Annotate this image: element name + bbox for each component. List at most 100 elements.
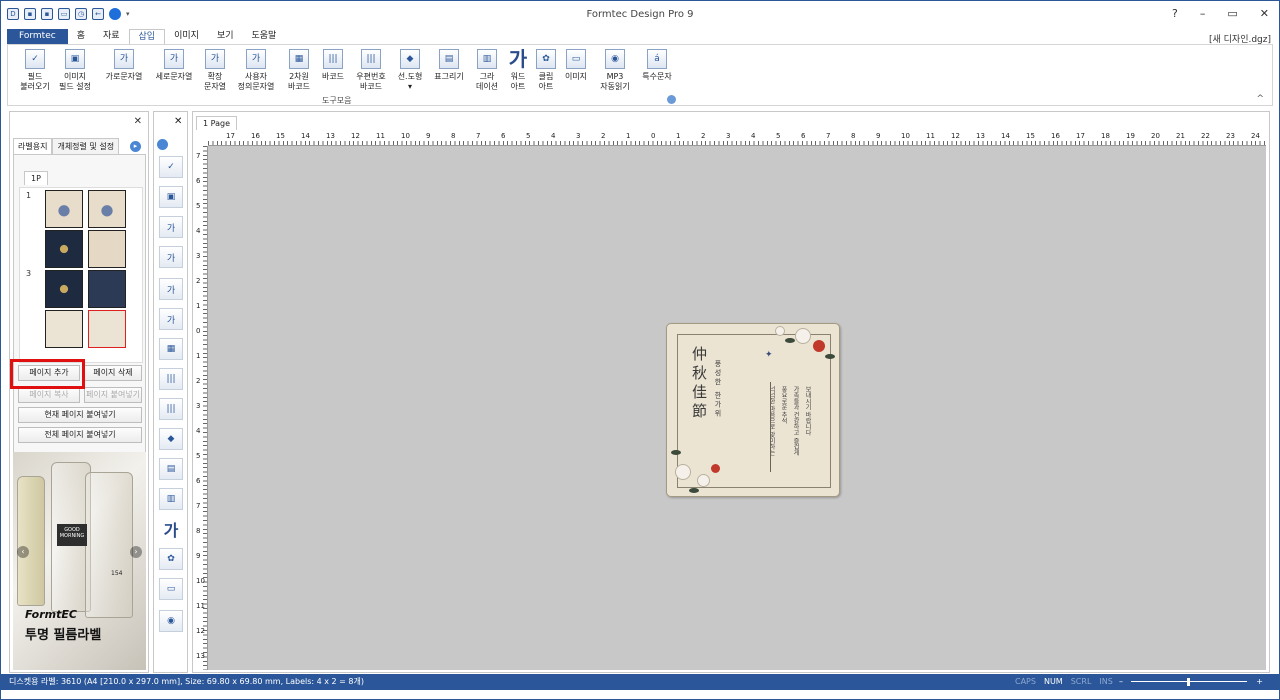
page-tab-1p[interactable]: 1P bbox=[24, 171, 48, 185]
label-thumbnail[interactable] bbox=[45, 190, 83, 228]
ruler-number: 5 bbox=[526, 132, 531, 140]
ruler-number: 13 bbox=[196, 652, 205, 660]
mp3-autoread-button[interactable]: ◉ MP3 자동읽기 bbox=[596, 49, 634, 92]
horizontal-text-tool[interactable]: 가 bbox=[159, 216, 183, 238]
label-design[interactable]: 仲秋佳節 풍성한 한가위 보내시기 바랍니다 가족들과 건강하고 즐겁게 풍요로… bbox=[666, 323, 840, 497]
tab-home[interactable]: 홈 bbox=[68, 29, 94, 44]
image-field-button[interactable]: ▣ 이미지 필드 설정 bbox=[56, 49, 94, 92]
label-thumbnail[interactable] bbox=[45, 270, 83, 308]
label-thumbnail[interactable] bbox=[88, 190, 126, 228]
paste-current-page-button[interactable]: 현재 페이지 붙여넣기 bbox=[18, 407, 142, 423]
extended-text-button[interactable]: 가 확장 문자열 bbox=[202, 49, 228, 92]
postal-barcode-tool[interactable]: ||| bbox=[159, 398, 183, 420]
close-icon[interactable]: ✕ bbox=[134, 116, 142, 127]
barcode-tool[interactable]: ||| bbox=[159, 368, 183, 390]
barcode-button[interactable]: ||| 바코드 bbox=[318, 49, 348, 82]
shapes-button[interactable]: ◆ 선.도형 ▾ bbox=[394, 49, 426, 92]
tab-image[interactable]: 이미지 bbox=[165, 29, 208, 44]
ruler-number: 1 bbox=[196, 302, 201, 310]
zoom-in-button[interactable]: + bbox=[1256, 674, 1263, 690]
clip-art-button[interactable]: ✿ 클립 아트 bbox=[534, 49, 558, 92]
tab-view[interactable]: 보기 bbox=[208, 29, 243, 44]
close-button[interactable]: ✕ bbox=[1260, 7, 1269, 20]
divider bbox=[770, 382, 771, 472]
close-icon[interactable]: ✕ bbox=[174, 116, 182, 127]
ruler-number: 20 bbox=[1151, 132, 1160, 140]
draw-table-button[interactable]: ▤ 표그리기 bbox=[430, 49, 468, 82]
flower-icon bbox=[775, 326, 785, 336]
vertical-text-tool[interactable]: 가 bbox=[159, 246, 183, 268]
dropdown-chevron-icon: ▾ bbox=[407, 82, 412, 91]
zoom-slider[interactable]: – + bbox=[1119, 674, 1269, 690]
disc-tool[interactable]: ◉ bbox=[159, 610, 183, 632]
custom-text-button[interactable]: 가 사용자 정의문자열 bbox=[234, 49, 278, 92]
paste-page-button[interactable]: 페이지 붙여넣기 bbox=[84, 387, 142, 403]
qr-code-icon: ▦ bbox=[289, 49, 309, 69]
group-expand-icon[interactable] bbox=[667, 95, 676, 104]
table-tool[interactable]: ▤ bbox=[159, 458, 183, 480]
horizontal-text-button[interactable]: 가 가로문자열 bbox=[100, 49, 148, 82]
label-thumbnail[interactable] bbox=[88, 230, 126, 268]
play-arrow-icon[interactable]: ▸ bbox=[130, 141, 141, 152]
button-label: 데이션 bbox=[475, 82, 499, 91]
zoom-out-button[interactable]: – bbox=[1119, 674, 1123, 690]
delete-page-button[interactable]: 페이지 삭제 bbox=[84, 365, 142, 381]
zoom-thumb[interactable] bbox=[1187, 678, 1190, 686]
carousel-prev-icon[interactable]: ‹ bbox=[17, 546, 29, 558]
advertisement-banner[interactable]: GOOD MORNING 154 ‹ › FormtEC 투명 필름라벨 bbox=[13, 452, 146, 670]
carousel-next-icon[interactable]: › bbox=[130, 546, 142, 558]
ruler-number: 3 bbox=[576, 132, 581, 140]
qr-code-tool[interactable]: ▦ bbox=[159, 338, 183, 360]
ruler-number: 3 bbox=[726, 132, 731, 140]
vertical-text-icon: 가 bbox=[164, 49, 184, 69]
button-label: 필드 설정 bbox=[59, 82, 91, 91]
word-art-tool[interactable]: 가 bbox=[159, 518, 183, 540]
ribbon-tabs: Formtec 홈 자료 삽입 이미지 보기 도움말 bbox=[7, 29, 285, 44]
postal-barcode-button[interactable]: ||| 우편번호 바코드 bbox=[352, 49, 390, 92]
page-tab[interactable]: 1 Page bbox=[196, 116, 237, 130]
clip-art-tool[interactable]: ✿ bbox=[159, 548, 183, 570]
tab-insert[interactable]: 삽입 bbox=[128, 29, 166, 44]
image-button[interactable]: ▭ 이미지 bbox=[562, 49, 590, 82]
shape-tool[interactable]: ◆ bbox=[159, 428, 183, 450]
image-field-tool[interactable]: ▣ bbox=[159, 186, 183, 208]
extended-text-tool[interactable]: 가 bbox=[159, 278, 183, 300]
gradient-button[interactable]: ▥ 그라 데이션 bbox=[472, 49, 502, 92]
tab-help[interactable]: 도움말 bbox=[243, 29, 286, 44]
label-thumbnail[interactable] bbox=[45, 310, 83, 348]
tab-label-sheet[interactable]: 라벨용지 bbox=[13, 138, 53, 154]
paste-all-pages-button[interactable]: 전체 페이지 붙여넣기 bbox=[18, 427, 142, 443]
special-char-button[interactable]: á 특수문자 bbox=[638, 49, 676, 82]
ruler-number: 2 bbox=[701, 132, 706, 140]
label-subtitle: 풍성한 한가위 bbox=[714, 360, 722, 419]
collapse-ribbon-icon[interactable]: ^ bbox=[1256, 94, 1264, 104]
gradient-tool[interactable]: ▥ bbox=[159, 488, 183, 510]
row-number: 1 bbox=[26, 191, 32, 200]
tab-formtec[interactable]: Formtec bbox=[7, 29, 68, 44]
ruler-number: 9 bbox=[426, 132, 431, 140]
ruler-number: 10 bbox=[196, 577, 205, 585]
word-art-button[interactable]: 가 워드 아트 bbox=[506, 49, 530, 92]
ruler-number: 18 bbox=[1101, 132, 1110, 140]
tab-object-align[interactable]: 개체정렬 및 설정 bbox=[52, 138, 120, 154]
ruler-number: 10 bbox=[401, 132, 410, 140]
label-thumbnail[interactable] bbox=[45, 230, 83, 268]
restore-button[interactable]: ▭ bbox=[1227, 7, 1237, 20]
ruler-number: 15 bbox=[1026, 132, 1035, 140]
qr-barcode-button[interactable]: ▦ 2차원 바코드 bbox=[284, 49, 314, 92]
vertical-text-button[interactable]: 가 세로문자열 bbox=[150, 49, 198, 82]
label-thumbnail-selected[interactable] bbox=[88, 310, 126, 348]
play-arrow-icon[interactable] bbox=[157, 139, 168, 150]
custom-text-tool[interactable]: 가 bbox=[159, 308, 183, 330]
tab-data[interactable]: 자료 bbox=[94, 29, 129, 44]
ruler-number: 23 bbox=[1226, 132, 1235, 140]
copy-page-button[interactable]: 페이지 복사 bbox=[18, 387, 80, 403]
minimize-button[interactable]: – bbox=[1200, 7, 1206, 20]
help-button[interactable]: ? bbox=[1172, 7, 1178, 20]
field-load-button[interactable]: ✓ 필드 불러오기 bbox=[18, 49, 52, 92]
design-canvas[interactable]: 仲秋佳節 풍성한 한가위 보내시기 바랍니다 가족들과 건강하고 즐겁게 풍요로… bbox=[208, 146, 1266, 670]
label-thumbnail[interactable] bbox=[88, 270, 126, 308]
ruler-number: 2 bbox=[196, 277, 201, 285]
image-tool[interactable]: ▭ bbox=[159, 578, 183, 600]
field-load-tool[interactable]: ✓ bbox=[159, 156, 183, 178]
